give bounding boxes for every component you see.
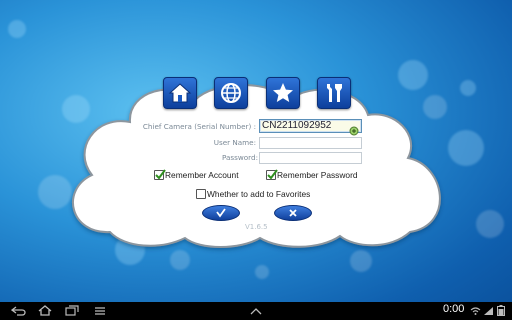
chevron-up-icon [250, 307, 262, 314]
tools-icon [327, 84, 342, 102]
check-icon [216, 208, 226, 218]
remember-account-checkbox[interactable] [154, 169, 166, 180]
home-icon [168, 83, 192, 103]
battery-icon [497, 305, 505, 316]
password-label: Password: [222, 153, 258, 162]
expand-button[interactable] [248, 304, 264, 317]
camera-list-icon [349, 126, 359, 136]
username-label: User Name: [213, 138, 256, 147]
settings-button[interactable] [317, 77, 351, 109]
home-button[interactable] [163, 77, 197, 109]
signal-icon [484, 307, 493, 315]
status-clock: 0:00 [443, 303, 465, 315]
add-favorites-label: Whether to add to Favorites [207, 189, 311, 199]
recent-apps-button[interactable] [64, 304, 80, 317]
recent-apps-icon [65, 305, 79, 316]
menu-button[interactable] [92, 304, 108, 317]
star-icon [273, 83, 293, 102]
back-button[interactable] [10, 304, 28, 317]
password-field[interactable] [259, 152, 362, 164]
status-icons [470, 305, 510, 317]
menu-icon [95, 306, 105, 315]
remember-account-label: Remember Account [165, 170, 239, 180]
home-outline-icon [38, 305, 52, 316]
remember-password-label: Remember Password [277, 170, 358, 180]
home-system-button[interactable] [37, 304, 53, 317]
username-field[interactable] [259, 137, 362, 149]
cancel-button[interactable] [274, 205, 312, 221]
close-icon [289, 209, 297, 217]
network-button[interactable] [214, 77, 248, 109]
confirm-button[interactable] [202, 205, 240, 221]
globe-icon [221, 83, 241, 103]
wifi-icon [470, 307, 481, 315]
add-favorites-checkbox[interactable] [196, 189, 206, 199]
camera-serial-value: CN2211092952 [262, 120, 332, 131]
version-label: V1.6.5 [245, 223, 268, 231]
back-icon [11, 305, 26, 316]
favorites-button[interactable] [266, 77, 300, 109]
camera-serial-field[interactable]: CN2211092952 [259, 119, 362, 133]
remember-password-checkbox[interactable] [266, 169, 278, 180]
camera-lookup-button[interactable] [349, 121, 359, 136]
camera-label: Chief Camera (Serial Number) : [142, 122, 256, 131]
